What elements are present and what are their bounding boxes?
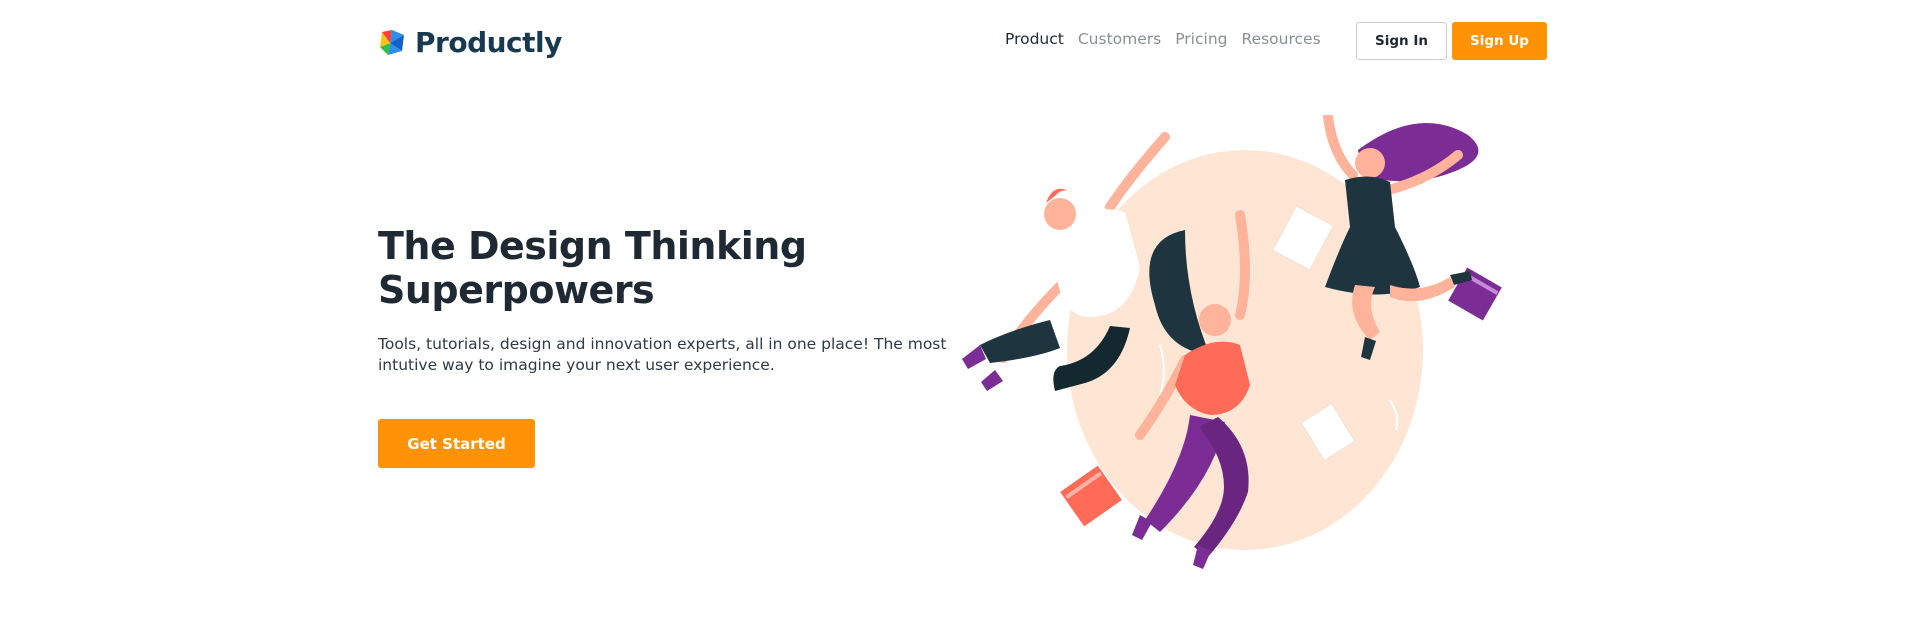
nav-link-product[interactable]: Product bbox=[1005, 30, 1064, 48]
brand-name: Productly bbox=[415, 26, 562, 59]
nav-link-customers[interactable]: Customers bbox=[1078, 30, 1161, 48]
brand-logo[interactable]: Productly bbox=[378, 26, 562, 59]
hero-subtitle: Tools, tutorials, design and innovation … bbox=[378, 335, 947, 374]
three-people-jumping-illustration bbox=[962, 115, 1502, 569]
nav-link-pricing[interactable]: Pricing bbox=[1175, 30, 1227, 48]
productly-logo-icon bbox=[380, 29, 404, 55]
main-nav: Product Customers Pricing Resources bbox=[1005, 30, 1321, 48]
get-started-button[interactable]: Get Started bbox=[378, 419, 535, 468]
sign-in-button[interactable]: Sign In bbox=[1356, 22, 1447, 60]
nav-link-resources[interactable]: Resources bbox=[1241, 30, 1320, 48]
hero-title: The Design Thinking Superpowers bbox=[378, 224, 807, 312]
sign-up-button[interactable]: Sign Up bbox=[1452, 22, 1547, 60]
site-header: Productly Product Customers Pricing Reso… bbox=[378, 0, 1548, 82]
